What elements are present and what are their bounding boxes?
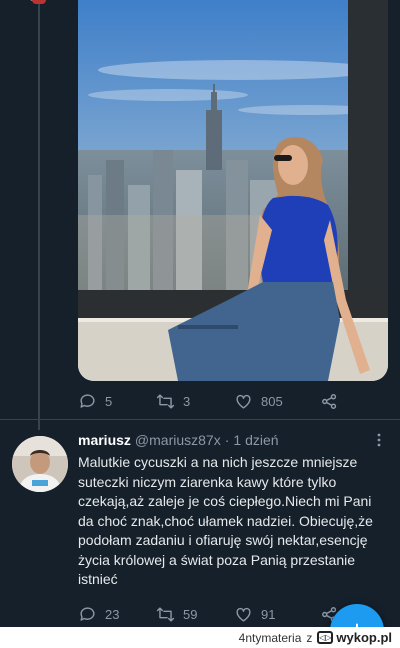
heart-icon: [236, 607, 251, 622]
profile-photo: [12, 436, 68, 492]
watermark-user: 4ntymateria: [238, 630, 302, 645]
thread-line: [38, 0, 40, 430]
like-count: 805: [261, 393, 283, 409]
author-handle[interactable]: @mariusz87x: [135, 432, 221, 448]
tweet-photo[interactable]: [78, 0, 388, 381]
reply-actions: 23 59 91: [78, 602, 339, 626]
share-icon: [322, 393, 337, 409]
watermark-bar: 4ntymateria z ◁▷ wykop.pl: [0, 627, 400, 648]
reply-text: Malutkie cycuszki a na nich jeszcze mnie…: [78, 454, 373, 587]
separator: ·: [224, 432, 230, 448]
wykop-brand-text: wykop.pl: [336, 630, 392, 645]
more-options-icon[interactable]: [372, 432, 386, 448]
retweet-icon: [156, 393, 175, 409]
city-window-photo: [78, 0, 388, 381]
reply-button[interactable]: 23: [78, 605, 156, 624]
reply-header: mariusz @mariusz87x · 1 dzień: [78, 432, 279, 448]
watermark-connector: z: [306, 630, 313, 645]
divider: [0, 419, 400, 420]
retweet-button[interactable]: 3: [156, 392, 234, 411]
reply-button[interactable]: 5: [78, 392, 156, 411]
reply-icon: [80, 393, 95, 408]
reply-icon: [80, 606, 95, 621]
retweet-count: 59: [183, 606, 198, 622]
retweet-count: 3: [183, 393, 191, 409]
reply-count: 23: [105, 606, 120, 622]
avatar[interactable]: [12, 436, 68, 492]
author-name[interactable]: mariusz: [78, 432, 131, 448]
like-button[interactable]: 91: [234, 605, 320, 624]
reply-count: 5: [105, 393, 113, 409]
wykop-icon: ◁▷: [317, 631, 334, 644]
avatar-accent: [32, 0, 46, 4]
share-button[interactable]: [320, 392, 339, 411]
like-count: 91: [261, 606, 276, 622]
like-button[interactable]: 805: [234, 392, 320, 411]
wykop-logo: ◁▷ wykop.pl: [317, 630, 392, 645]
heart-icon: [236, 394, 251, 409]
retweet-icon: [156, 606, 175, 622]
retweet-button[interactable]: 59: [156, 605, 234, 624]
timestamp[interactable]: 1 dzień: [233, 432, 278, 448]
tweet-actions: 5 3 805: [78, 389, 339, 413]
